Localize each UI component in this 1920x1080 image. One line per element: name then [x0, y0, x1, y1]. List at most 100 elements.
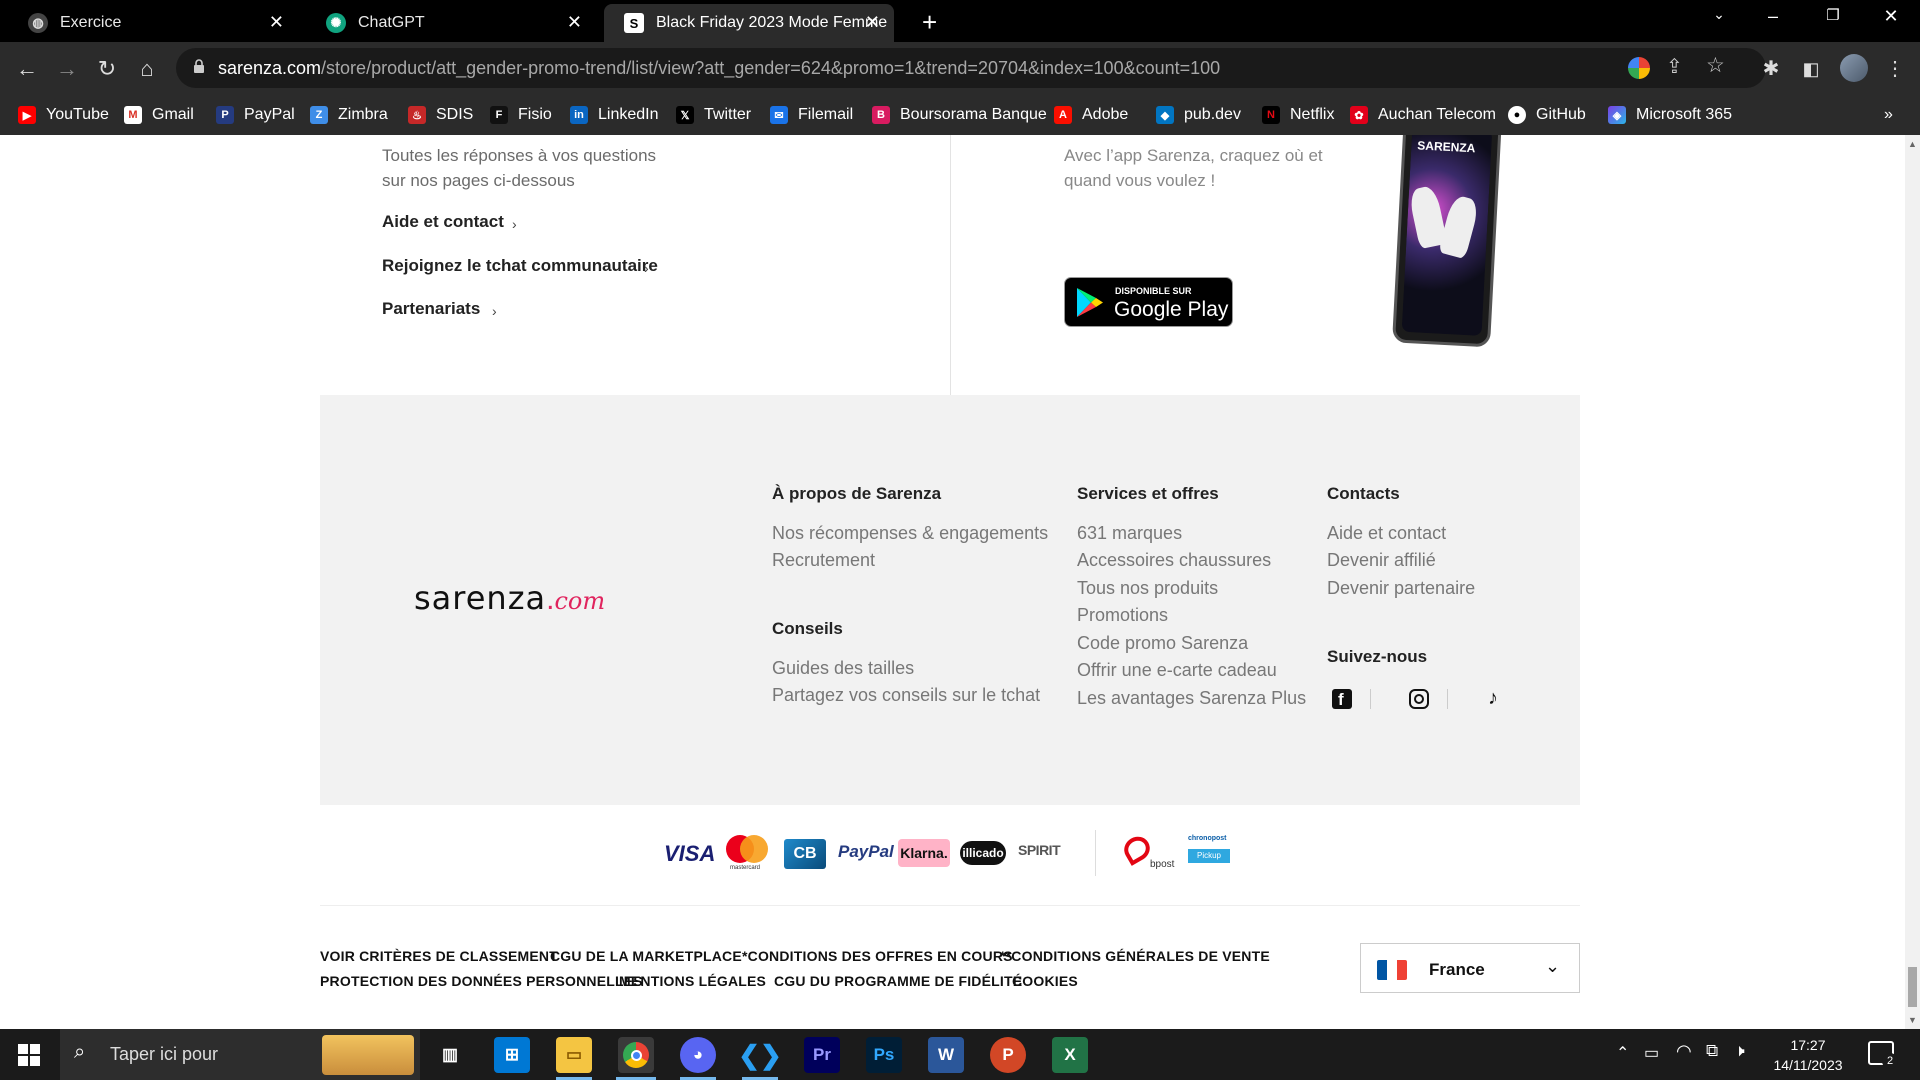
facebook-icon[interactable]: f: [1332, 689, 1352, 709]
tiktok-icon[interactable]: ♪: [1488, 687, 1498, 710]
footer-link[interactable]: Accessoires chaussures: [1077, 550, 1271, 571]
footer-link[interactable]: Offrir une e-carte cadeau: [1077, 660, 1277, 681]
google-lens-icon[interactable]: [1628, 57, 1650, 79]
legal-link[interactable]: *CONDITIONS DES OFFRES EN COURS: [742, 948, 1013, 964]
menu-icon[interactable]: ⋮: [1880, 54, 1910, 84]
footer-link[interactable]: Nos récompenses & engagements: [772, 523, 1048, 544]
legal-link[interactable]: CGU DU PROGRAMME DE FIDÉLITÉ: [774, 973, 1022, 989]
bookmark-fisio[interactable]: F Fisio: [490, 103, 552, 127]
scrollbar-thumb[interactable]: [1908, 967, 1917, 1007]
bookmark-youtube[interactable]: ▶ YouTube: [18, 103, 109, 127]
help-link-tchat[interactable]: Rejoignez le tchat communautaire: [382, 256, 658, 276]
vscode-icon[interactable]: ❮❯: [738, 1037, 782, 1073]
bookmark-adobe[interactable]: A Adobe: [1054, 103, 1128, 127]
bookmark-pubdev[interactable]: ◆ pub.dev: [1156, 103, 1241, 127]
bookmark-microsoft365[interactable]: ◈ Microsoft 365: [1608, 103, 1732, 127]
footer-link[interactable]: Les avantages Sarenza Plus: [1077, 688, 1306, 709]
word-icon[interactable]: W: [928, 1037, 964, 1073]
scroll-up-icon[interactable]: ▲: [1908, 139, 1917, 149]
tab-chatgpt[interactable]: ✺ ChatGPT ✕: [306, 4, 596, 42]
file-explorer-icon[interactable]: ▭: [556, 1037, 592, 1073]
legal-link[interactable]: PROTECTION DES DONNÉES PERSONNELLES: [320, 973, 643, 989]
footer-link[interactable]: Code promo Sarenza: [1077, 633, 1248, 654]
show-hidden-icons-icon[interactable]: ⌃: [1616, 1043, 1629, 1063]
home-icon[interactable]: ⌂: [132, 54, 162, 84]
bookmark-zimbra[interactable]: Z Zimbra: [310, 103, 388, 127]
legal-link[interactable]: MENTIONS LÉGALES: [619, 973, 766, 989]
instagram-icon[interactable]: [1409, 689, 1429, 709]
chrome-icon[interactable]: [618, 1037, 654, 1073]
help-intro-line: Toutes les réponses à vos questions: [382, 146, 657, 165]
help-link-partenariats[interactable]: Partenariats: [382, 299, 480, 319]
help-link-aide-contact[interactable]: Aide et contact: [382, 212, 504, 232]
bookmark-filemail[interactable]: ✉ Filemail: [770, 103, 853, 127]
battery-icon[interactable]: ▭: [1644, 1043, 1659, 1063]
legal-link[interactable]: **CONDITIONS GÉNÉRALES DE VENTE: [1000, 948, 1270, 964]
new-tab-button[interactable]: +: [922, 7, 937, 38]
footer-link[interactable]: Guides des tailles: [772, 658, 914, 679]
footer-link[interactable]: Partagez vos conseils sur le tchat: [772, 685, 1040, 706]
discord-icon[interactable]: ◕: [680, 1037, 716, 1073]
side-panel-icon[interactable]: ◧: [1796, 54, 1826, 84]
share-icon[interactable]: ⇪: [1666, 54, 1683, 79]
powerpoint-icon[interactable]: P: [990, 1037, 1026, 1073]
minimize-icon[interactable]: –: [1758, 6, 1788, 27]
footer-link[interactable]: Promotions: [1077, 605, 1168, 626]
close-icon[interactable]: ✕: [865, 12, 880, 33]
profile-avatar[interactable]: [1840, 54, 1868, 82]
bookmark-twitter[interactable]: 𝕏 Twitter: [676, 103, 751, 127]
google-play-badge[interactable]: DISPONIBLE SUR Google Play: [1064, 277, 1233, 327]
scroll-down-icon[interactable]: ▼: [1908, 1015, 1917, 1025]
bookmark-paypal[interactable]: P PayPal: [216, 103, 295, 127]
footer-link[interactable]: Tous nos produits: [1077, 578, 1218, 599]
bookmark-netflix[interactable]: N Netflix: [1262, 103, 1334, 127]
bookmark-star-icon[interactable]: ☆: [1706, 53, 1725, 78]
microsoft-store-icon[interactable]: ⊞: [494, 1037, 530, 1073]
volume-muted-icon[interactable]: 🕨: [1734, 1041, 1745, 1061]
tab-search-icon[interactable]: ⌄: [1704, 6, 1734, 23]
footer-link[interactable]: Recrutement: [772, 550, 875, 571]
close-icon[interactable]: ✕: [269, 12, 284, 33]
window-close-icon[interactable]: ✕: [1876, 6, 1906, 27]
tab-title: ChatGPT: [358, 14, 425, 31]
close-icon[interactable]: ✕: [567, 12, 582, 33]
footer-link[interactable]: Devenir affilié: [1327, 550, 1436, 571]
notifications-icon[interactable]: 2: [1868, 1041, 1898, 1069]
photoshop-icon[interactable]: Ps: [866, 1037, 902, 1073]
task-view-icon[interactable]: ▥: [432, 1037, 468, 1073]
bookmarks-overflow-button[interactable]: »: [1884, 103, 1893, 127]
bookmark-boursorama[interactable]: B Boursorama Banque: [872, 103, 1047, 127]
tab-exercice[interactable]: ◍ Exercice ✕: [8, 4, 298, 42]
bookmark-github[interactable]: ● GitHub: [1508, 103, 1586, 127]
bookmark-sdis[interactable]: ♨ SDIS: [408, 103, 473, 127]
extensions-icon[interactable]: ✱: [1756, 54, 1786, 84]
country-select[interactable]: France ⌄: [1360, 943, 1580, 993]
wifi-icon[interactable]: ◠: [1676, 1041, 1692, 1062]
bookmark-linkedin[interactable]: in LinkedIn: [570, 103, 659, 127]
bookmark-label: pub.dev: [1184, 106, 1241, 123]
help-intro: Toutes les réponses à vos questions sur …: [382, 143, 656, 193]
back-icon[interactable]: ←: [12, 54, 42, 84]
display-icon[interactable]: ⧉: [1706, 1041, 1718, 1061]
legal-link[interactable]: VOIR CRITÈRES DE CLASSEMENT: [320, 948, 558, 964]
reload-icon[interactable]: ↻: [92, 54, 122, 84]
address-bar[interactable]: sarenza.com/store/product/att_gender-pro…: [176, 48, 1766, 88]
legal-link[interactable]: COOKIES: [1012, 973, 1078, 989]
excel-icon[interactable]: X: [1052, 1037, 1088, 1073]
taskbar-search-box[interactable]: ⌕ Taper ici pour: [60, 1029, 420, 1080]
clock[interactable]: 17:27 14/11/2023: [1770, 1035, 1846, 1075]
footer-link[interactable]: Devenir partenaire: [1327, 578, 1475, 599]
bookmark-auchan[interactable]: ✿ Auchan Telecom: [1350, 103, 1496, 127]
premiere-pro-icon[interactable]: Pr: [804, 1037, 840, 1073]
legal-link[interactable]: CGU DE LA MARKETPLACE: [550, 948, 742, 964]
forward-icon[interactable]: →: [52, 54, 82, 84]
bookmark-gmail[interactable]: M Gmail: [124, 103, 194, 127]
page-scrollbar[interactable]: ▲ ▼: [1905, 135, 1920, 1029]
footer-link[interactable]: Aide et contact: [1327, 523, 1446, 544]
windows-start-icon[interactable]: [18, 1044, 40, 1066]
restore-icon[interactable]: ❐: [1818, 6, 1848, 24]
tab-sarenza[interactable]: S Black Friday 2023 Mode Femme ✕: [604, 4, 894, 42]
app-intro-line: quand vous voulez !: [1064, 171, 1216, 190]
footer-link[interactable]: 631 marques: [1077, 523, 1182, 544]
sarenza-logo[interactable]: sarenza.com: [414, 579, 605, 617]
